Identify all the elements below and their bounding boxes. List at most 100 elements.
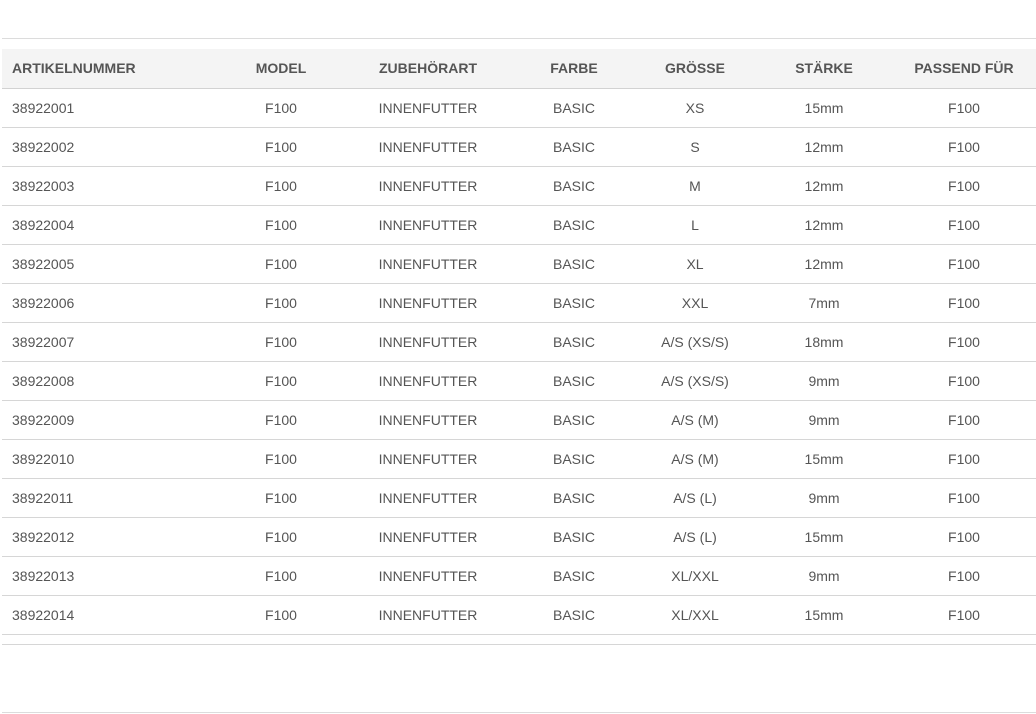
passend-fuer-cell: F100 [892, 439, 1036, 479]
artikelnummer-cell: 38922007 [2, 322, 220, 362]
table-row: 38922002 F100 INNENFUTTER BASIC S 12mm F100 [2, 127, 1036, 167]
model-cell: F100 [220, 166, 342, 206]
farbe-cell: BASIC [514, 517, 634, 557]
zubehoerart-cell: INNENFUTTER [342, 361, 514, 401]
artikelnummer-cell: 38922003 [2, 166, 220, 206]
model-cell: F100 [220, 127, 342, 167]
column-header-staerke: STÄRKE [756, 49, 892, 89]
groesse-cell: A/S (XS/S) [634, 322, 756, 362]
page: ARTIKELNUMMER MODEL ZUBEHÖRART FARBE GRÖ… [0, 0, 1036, 714]
farbe-cell: BASIC [514, 556, 634, 596]
zubehoerart-cell: INNENFUTTER [342, 127, 514, 167]
groesse-cell: XXL [634, 283, 756, 323]
model-cell: F100 [220, 283, 342, 323]
zubehoerart-cell: INNENFUTTER [342, 517, 514, 557]
model-cell: F100 [220, 478, 342, 518]
passend-fuer-cell: F100 [892, 244, 1036, 284]
header-row: ARTIKELNUMMER MODEL ZUBEHÖRART FARBE GRÖ… [2, 49, 1036, 89]
column-header-artikelnummer: ARTIKELNUMMER [2, 49, 220, 89]
artikelnummer-cell: 38922006 [2, 283, 220, 323]
zubehoerart-cell: INNENFUTTER [342, 322, 514, 362]
zubehoerart-cell: INNENFUTTER [342, 205, 514, 245]
passend-fuer-cell: F100 [892, 127, 1036, 167]
artikelnummer-cell: 38922009 [2, 400, 220, 440]
farbe-cell: BASIC [514, 127, 634, 167]
passend-fuer-cell: F100 [892, 205, 1036, 245]
passend-fuer-cell: F100 [892, 361, 1036, 401]
staerke-cell: 15mm [756, 517, 892, 557]
artikelnummer-cell: 38922001 [2, 88, 220, 128]
groesse-cell: A/S (L) [634, 478, 756, 518]
table-row: 38922012 F100 INNENFUTTER BASIC A/S (L) 15mm F… [2, 517, 1036, 557]
table-header: ARTIKELNUMMER MODEL ZUBEHÖRART FARBE GRÖ… [2, 49, 1036, 89]
farbe-cell: BASIC [514, 283, 634, 323]
passend-fuer-cell: F100 [892, 556, 1036, 596]
artikelnummer-cell: 38922002 [2, 127, 220, 167]
groesse-cell: L [634, 205, 756, 245]
zubehoerart-cell: INNENFUTTER [342, 244, 514, 284]
farbe-cell: BASIC [514, 400, 634, 440]
staerke-cell: 12mm [756, 205, 892, 245]
bottom-divider [2, 712, 1036, 713]
table-row: 38922008 F100 INNENFUTTER BASIC A/S (XS/S) 9m… [2, 361, 1036, 401]
groesse-cell: XS [634, 88, 756, 128]
zubehoerart-cell: INNENFUTTER [342, 556, 514, 596]
zubehoerart-cell: INNENFUTTER [342, 478, 514, 518]
groesse-cell: XL/XXL [634, 556, 756, 596]
farbe-cell: BASIC [514, 205, 634, 245]
table-row: 38922011 F100 INNENFUTTER BASIC A/S (L) 9mm F1… [2, 478, 1036, 518]
groesse-cell: A/S (XS/S) [634, 361, 756, 401]
table-row: 38922013 F100 INNENFUTTER BASIC XL/XXL 9mm F10… [2, 556, 1036, 596]
column-header-passend-fuer: PASSEND FÜR [892, 49, 1036, 89]
staerke-cell: 7mm [756, 283, 892, 323]
table-bottom-divider [2, 644, 1036, 645]
artikelnummer-cell: 38922010 [2, 439, 220, 479]
zubehoerart-cell: INNENFUTTER [342, 400, 514, 440]
artikelnummer-cell: 38922012 [2, 517, 220, 557]
table-row: 38922003 F100 INNENFUTTER BASIC M 12mm F100 [2, 166, 1036, 206]
passend-fuer-cell: F100 [892, 478, 1036, 518]
staerke-cell: 9mm [756, 556, 892, 596]
groesse-cell: A/S (L) [634, 517, 756, 557]
groesse-cell: XL [634, 244, 756, 284]
table-row: 38922006 F100 INNENFUTTER BASIC XXL 7mm F100 [2, 283, 1036, 323]
staerke-cell: 12mm [756, 244, 892, 284]
staerke-cell: 15mm [756, 439, 892, 479]
zubehoerart-cell: INNENFUTTER [342, 88, 514, 128]
table-row: 38922007 F100 INNENFUTTER BASIC A/S (XS/S) 18… [2, 322, 1036, 362]
groesse-cell: XL/XXL [634, 595, 756, 635]
model-cell: F100 [220, 244, 342, 284]
farbe-cell: BASIC [514, 166, 634, 206]
model-cell: F100 [220, 205, 342, 245]
farbe-cell: BASIC [514, 244, 634, 284]
passend-fuer-cell: F100 [892, 88, 1036, 128]
column-header-model: MODEL [220, 49, 342, 89]
staerke-cell: 15mm [756, 88, 892, 128]
passend-fuer-cell: F100 [892, 595, 1036, 635]
groesse-cell: S [634, 127, 756, 167]
artikelnummer-cell: 38922013 [2, 556, 220, 596]
model-cell: F100 [220, 400, 342, 440]
staerke-cell: 9mm [756, 361, 892, 401]
model-cell: F100 [220, 595, 342, 635]
artikelnummer-cell: 38922008 [2, 361, 220, 401]
column-header-groesse: GRÖSSE [634, 49, 756, 89]
model-cell: F100 [220, 556, 342, 596]
farbe-cell: BASIC [514, 439, 634, 479]
staerke-cell: 18mm [756, 322, 892, 362]
zubehoerart-cell: INNENFUTTER [342, 283, 514, 323]
farbe-cell: BASIC [514, 322, 634, 362]
zubehoerart-cell: INNENFUTTER [342, 595, 514, 635]
column-header-zubehoerart: ZUBEHÖRART [342, 49, 514, 89]
staerke-cell: 15mm [756, 595, 892, 635]
passend-fuer-cell: F100 [892, 322, 1036, 362]
farbe-cell: BASIC [514, 478, 634, 518]
product-spec-table: ARTIKELNUMMER MODEL ZUBEHÖRART FARBE GRÖ… [2, 49, 1036, 635]
table-row: 38922010 F100 INNENFUTTER BASIC A/S (M) 15mm F… [2, 439, 1036, 479]
artikelnummer-cell: 38922004 [2, 205, 220, 245]
zubehoerart-cell: INNENFUTTER [342, 439, 514, 479]
farbe-cell: BASIC [514, 88, 634, 128]
staerke-cell: 9mm [756, 400, 892, 440]
staerke-cell: 12mm [756, 166, 892, 206]
model-cell: F100 [220, 439, 342, 479]
